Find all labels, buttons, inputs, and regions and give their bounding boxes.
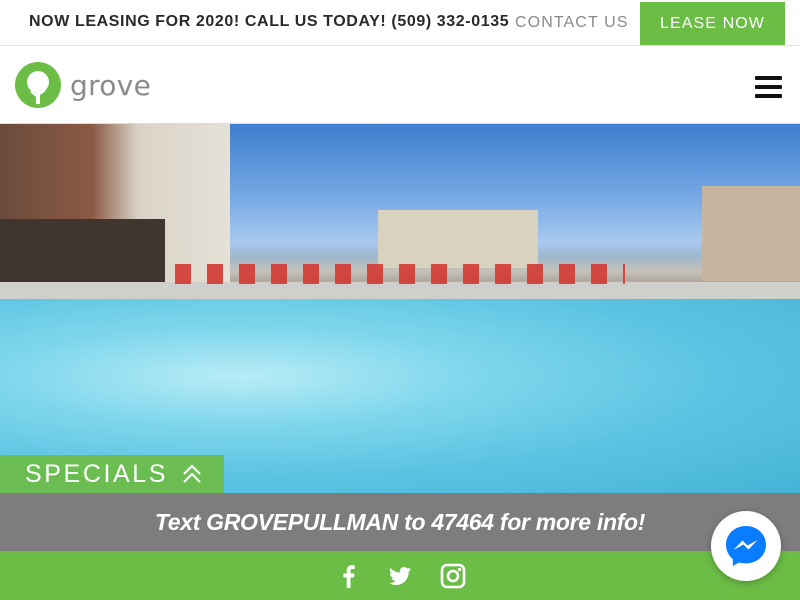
- double-chevron-up-icon: [183, 464, 201, 483]
- text-promo-bar: Text GROVEPULLMAN to 47464 for more info…: [0, 493, 800, 551]
- building-center: [378, 210, 538, 268]
- instagram-icon[interactable]: [440, 563, 466, 589]
- twitter-icon[interactable]: [387, 563, 413, 589]
- hero-pool-image: [0, 124, 800, 493]
- messenger-chat-button[interactable]: [711, 511, 781, 581]
- facebook-icon[interactable]: [336, 563, 362, 589]
- lease-now-button[interactable]: LEASE NOW: [640, 2, 785, 45]
- lounge-chairs: [175, 264, 625, 284]
- social-footer: [0, 551, 800, 600]
- grove-logo[interactable]: grove: [14, 60, 151, 110]
- promo-phone-text[interactable]: NOW LEASING FOR 2020! CALL US TODAY! (50…: [29, 13, 509, 31]
- logo-wordmark: grove: [70, 68, 152, 102]
- top-bar: NOW LEASING FOR 2020! CALL US TODAY! (50…: [0, 0, 800, 46]
- building-right: [702, 186, 800, 281]
- contact-us-link[interactable]: CONTACT US: [515, 14, 629, 32]
- messenger-icon: [726, 526, 766, 566]
- tree-logo-icon: [15, 62, 61, 108]
- specials-label: SPECIALS: [25, 459, 169, 488]
- specials-tab[interactable]: SPECIALS: [0, 455, 224, 493]
- hamburger-menu-icon[interactable]: [755, 76, 782, 98]
- text-promo-message: Text GROVEPULLMAN to 47464 for more info…: [154, 508, 646, 535]
- main-navbar: grove: [0, 46, 800, 124]
